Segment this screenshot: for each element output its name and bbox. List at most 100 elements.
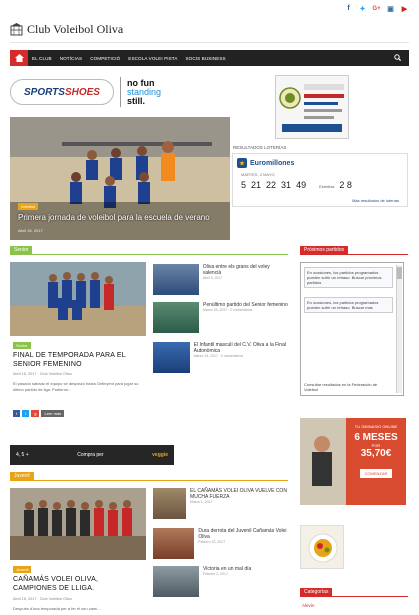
hero-title[interactable]: Primera jornada de voleibol para la escu…: [18, 213, 210, 222]
euromillones-logo-icon: ★: [237, 158, 247, 168]
senior-main-image[interactable]: [10, 262, 146, 336]
food-ad[interactable]: [300, 525, 344, 569]
match-entry[interactable]: En ocasiones, los partidos programados p…: [304, 297, 393, 313]
euromillones-name: Euromillones: [250, 159, 295, 167]
google-plus-icon[interactable]: G+: [372, 4, 381, 13]
post-thumbnail[interactable]: [153, 528, 195, 559]
site-title[interactable]: Club Voleibol Oliva: [27, 22, 123, 37]
category-link[interactable]: Alevín: [302, 603, 315, 608]
euromillones-stars: 2 8: [339, 180, 352, 190]
post-thumbnail[interactable]: [153, 302, 199, 333]
juvenil-main-image[interactable]: [10, 488, 146, 560]
gym-ad-big: 6 MESES: [354, 432, 398, 443]
list-item[interactable]: Dura derrota del Juvenil Cañamás Volei O…: [153, 528, 289, 566]
post-meta: Marzo 1, 2017: [190, 500, 213, 504]
senior-side-list: Oliva entre els grans del voley valencià…: [153, 264, 289, 382]
lottery-more-link[interactable]: Más resultados de loterías: [352, 198, 399, 203]
search-button[interactable]: [394, 53, 402, 63]
euromillones-header: ★ Euromillones: [237, 158, 294, 168]
post-title[interactable]: Dura derrota del Juvenil Cañamás Volei O…: [198, 528, 289, 540]
hero-meta: Abril 18, 2017: [18, 228, 43, 233]
widget-label-categories: Categorías: [300, 588, 333, 597]
post-thumbnail[interactable]: [153, 342, 190, 373]
match-entry[interactable]: En ocasiones, los partidos programados p…: [304, 267, 393, 288]
social-bar: f ✦ G+ ▣ ▶: [344, 4, 409, 13]
post-thumbnail[interactable]: [153, 566, 199, 597]
read-more-button[interactable]: Leer más: [41, 410, 65, 417]
post-title[interactable]: El Infantil masculí del C.V. Oliva a la …: [194, 342, 289, 354]
euromillones-number: 21: [251, 180, 262, 190]
site-logo[interactable]: Club Voleibol Oliva: [10, 22, 123, 37]
post-meta: Febrero 2, 2017: [203, 572, 228, 576]
hero-category-badge[interactable]: Voleibol: [18, 203, 39, 210]
euromillones-date: MARTES, 2 MAYO: [241, 172, 275, 177]
lottery-ad-image[interactable]: [275, 75, 349, 139]
gym-ad-cta-button[interactable]: COMENZAR: [359, 469, 393, 478]
juvenil-category-badge[interactable]: Juvenil: [13, 566, 32, 573]
euromillones-number: 49: [296, 180, 307, 190]
food-ad-image: [308, 533, 338, 563]
list-item[interactable]: Victoria en un mal día Febrero 2, 2017: [153, 566, 289, 602]
gym-ad-photo: [300, 418, 346, 505]
sponsor-tag-3: still.: [127, 95, 146, 106]
facebook-icon[interactable]: f: [344, 4, 353, 13]
nav-item-escola-volei-pista[interactable]: ESCOLA VOLEI PISTA: [124, 56, 181, 61]
section-label-juvenil[interactable]: Juvenil: [10, 472, 34, 481]
sponsor-tag-2: standing: [127, 86, 162, 97]
widget-label-matches: Próximos partidos: [300, 246, 349, 255]
list-item[interactable]: Penúltimo partido del Senior femenino Ma…: [153, 302, 289, 342]
post-title[interactable]: Oliva entre els grans del voley valencià: [203, 264, 289, 276]
share-facebook-button[interactable]: f: [13, 410, 21, 417]
section-label-senior[interactable]: Senior: [10, 246, 33, 255]
home-icon: [14, 54, 24, 62]
list-item[interactable]: El Infantil masculí del C.V. Oliva a la …: [153, 342, 289, 382]
senior-category-badge[interactable]: Senior: [13, 342, 31, 349]
juvenil-photo: [10, 488, 146, 560]
sponsor-tagline: no fun standing still.: [127, 78, 162, 106]
ad-banner-left: 4, 5 +: [16, 452, 29, 458]
widget-header-categories: Categorías: [300, 588, 408, 597]
ad-banner[interactable]: 4, 5 + Compra per veggie: [10, 445, 174, 465]
nav-item-noticias[interactable]: NOTÍCIAS: [56, 56, 87, 61]
ad-banner-mid: Compra per: [77, 452, 104, 458]
euromillones-numbers: 5 21 22 31 49 Estrellas 2 8: [241, 180, 352, 190]
post-title[interactable]: EL CAÑAMÁS VOLEI OLIVA VUELVE CON MUCHA …: [190, 488, 289, 500]
home-button[interactable]: [10, 50, 28, 66]
euromillones-number: 22: [266, 180, 277, 190]
lottery-ad-graphic: [279, 84, 344, 132]
section-header-juvenil: Juvenil: [10, 472, 288, 481]
sponsor-banner[interactable]: SPORTS SHOES no fun standing still.: [10, 77, 161, 107]
share-twitter-button[interactable]: t: [22, 410, 30, 417]
senior-photo: [10, 262, 146, 336]
twitter-icon[interactable]: ✦: [358, 4, 367, 13]
gym-ad-price: 35,70€: [360, 448, 392, 459]
share-google-button[interactable]: g: [31, 410, 40, 417]
post-thumbnail[interactable]: [153, 488, 187, 519]
euromillones-widget: ★ Euromillones MARTES, 2 MAYO 5 21 22 31…: [232, 153, 408, 207]
juvenil-main-meta: Abril 18, 2017 · Club Voleibol Oliva: [13, 597, 72, 601]
sponsor-divider: [120, 77, 121, 107]
hero-featured-post[interactable]: Voleibol Primera jornada de voleibol par…: [10, 117, 230, 240]
sponsor-brand-a: SPORTS: [24, 86, 65, 98]
gym-ad[interactable]: TU GIMNASIO ONLINE 6 MESES POR 35,70€ CO…: [300, 418, 406, 505]
nav-item-competicio[interactable]: COMPETICIÓ: [86, 56, 124, 61]
matches-scrollbar[interactable]: [396, 265, 402, 393]
post-meta: Abril 3, 2017: [202, 276, 223, 280]
section-header-senior: Senior: [10, 246, 288, 255]
scrollbar-thumb[interactable]: [397, 267, 402, 279]
nav-item-el-club[interactable]: EL CLUB: [28, 56, 56, 61]
list-item[interactable]: Oliva entre els grans del voley valencià…: [153, 264, 289, 302]
nav-item-socis-business[interactable]: SOCIS BUSINESS: [182, 56, 230, 61]
instagram-icon[interactable]: ▣: [386, 4, 395, 13]
youtube-icon[interactable]: ▶: [400, 4, 409, 13]
euromillones-stars-label: Estrellas: [319, 184, 335, 189]
match-text[interactable]: En ocasiones, los partidos programados p…: [307, 270, 390, 285]
list-item[interactable]: EL CAÑAMÁS VOLEI OLIVA VUELVE CON MUCHA …: [153, 488, 289, 528]
post-thumbnail[interactable]: [153, 264, 199, 295]
senior-main-excerpt: El pasado sábado el equipo se desplazó h…: [13, 381, 139, 392]
match-footer[interactable]: Consultar resultados en la Federación de…: [304, 382, 392, 392]
senior-main-title[interactable]: FINAL DE TEMPORADA PARA EL SENIOR FEMENI…: [13, 351, 143, 369]
widget-header-matches: Próximos partidos: [300, 246, 408, 255]
match-text[interactable]: En ocasiones, los partidos programados p…: [307, 300, 390, 310]
juvenil-main-title[interactable]: CAÑAMÁS VOLEI OLIVA, CAMPIONES DE LLIGA.: [13, 575, 143, 593]
